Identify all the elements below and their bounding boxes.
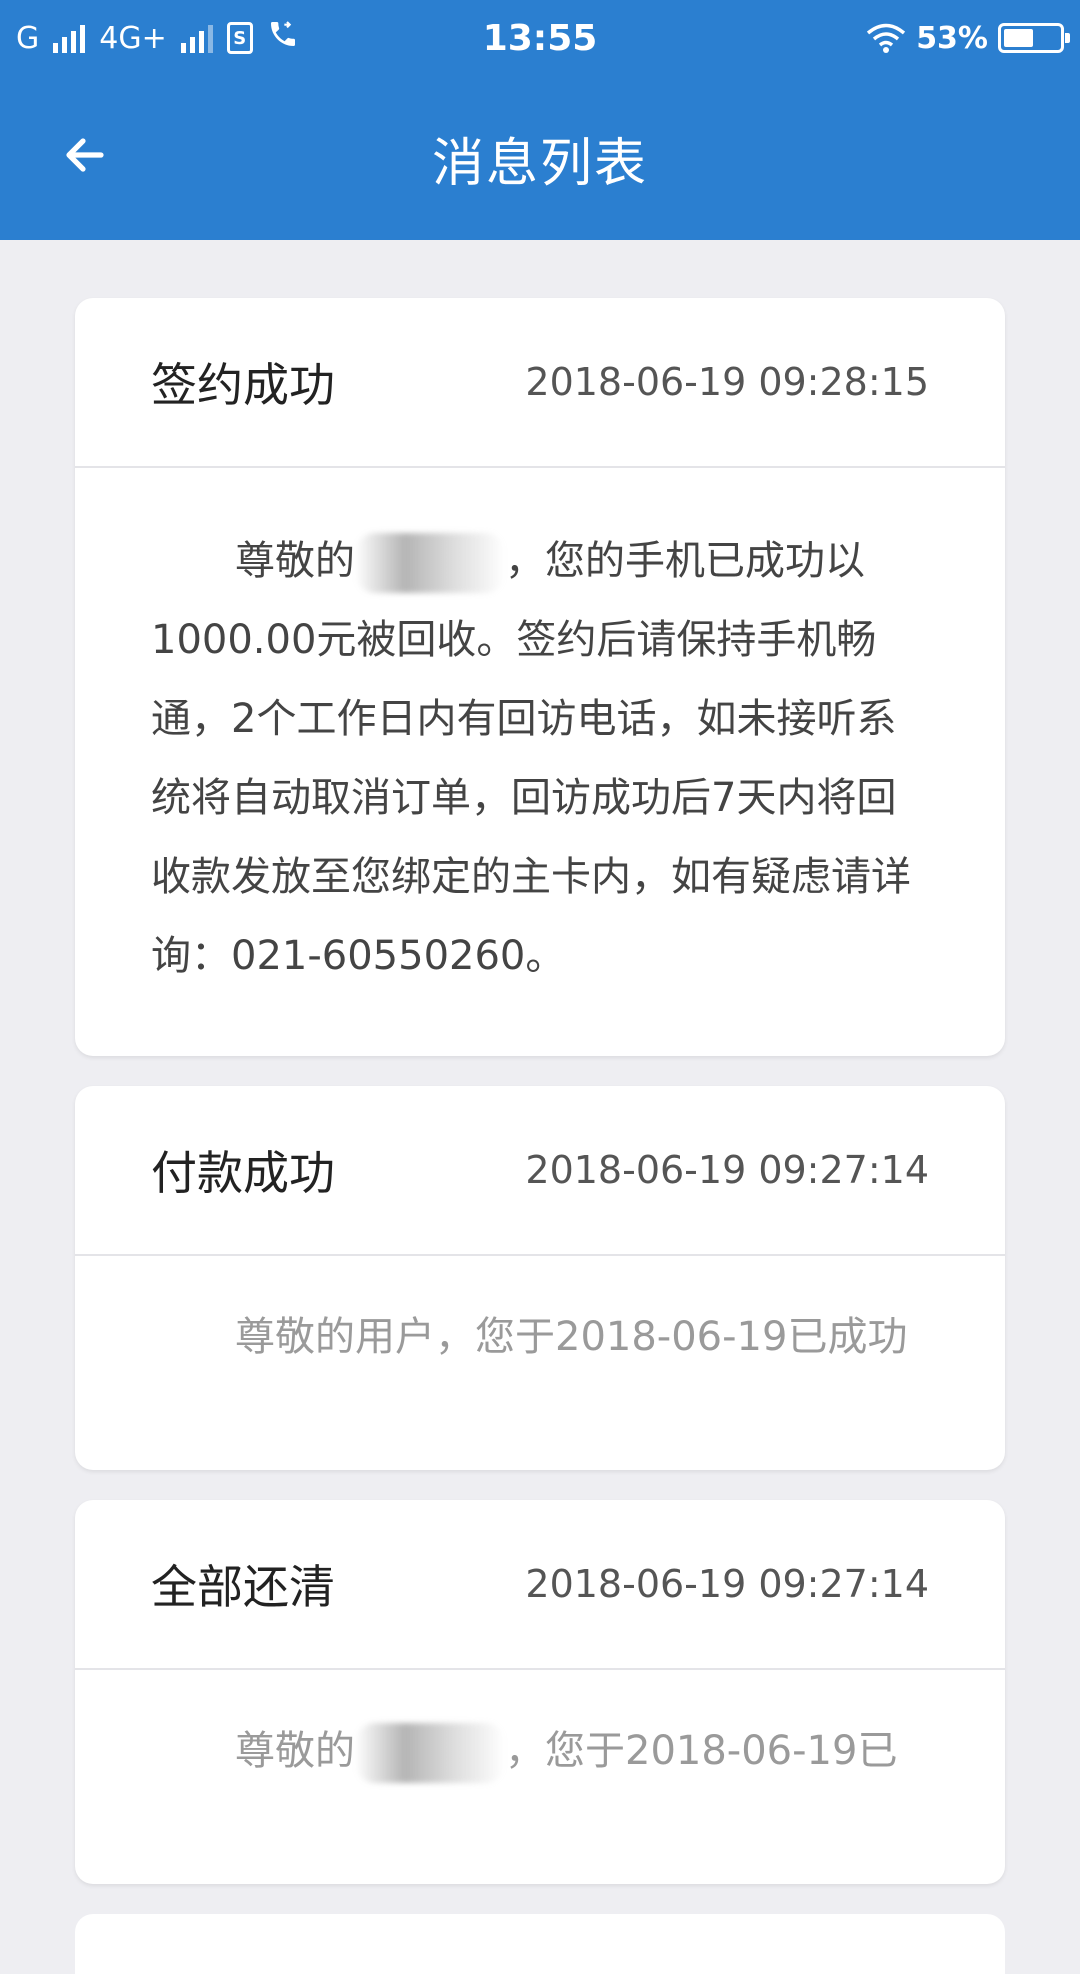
status-right: 53% xyxy=(866,0,1070,76)
battery-level-fill xyxy=(1004,29,1033,47)
signal-2-icon xyxy=(180,23,213,53)
status-bar: G 4G+ S 13:55 53% xyxy=(0,0,1080,76)
phone-call-icon xyxy=(267,18,299,58)
battery-percent: 53% xyxy=(916,20,988,56)
carrier-1-label: G xyxy=(16,20,40,56)
message-body: 尊敬的 ，您于2018-06-19已 xyxy=(75,1670,1005,1884)
message-title: 付款成功 xyxy=(151,1146,335,1200)
message-time: 2018-06-19 09:28:15 xyxy=(525,360,929,404)
message-card[interactable]: 全部还清 2018-06-19 09:27:14 尊敬的 ，您于2018-06-1… xyxy=(75,1500,1005,1884)
message-card-partial[interactable] xyxy=(75,1914,1005,1974)
message-title: 签约成功 xyxy=(151,358,335,412)
page-title: 消息列表 xyxy=(431,133,648,194)
message-body: 尊敬的 ，您的手机已成功以1000.00元被回收。签约后请保持手机畅通，2个工作日… xyxy=(75,468,1005,1056)
message-card[interactable]: 付款成功 2018-06-19 09:27:14 尊敬的用户，您于2018-06… xyxy=(75,1086,1005,1470)
message-header: 全部还清 2018-06-19 09:27:14 xyxy=(75,1500,1005,1670)
message-body: 尊敬的用户，您于2018-06-19已成功 xyxy=(235,1314,908,1360)
message-body-prefix: 尊敬的 xyxy=(235,538,355,584)
message-time: 2018-06-19 09:27:14 xyxy=(525,1148,929,1192)
message-title: 全部还清 xyxy=(151,1560,335,1614)
message-header: 签约成功 2018-06-19 09:28:15 xyxy=(75,298,1005,468)
app-bar: 消息列表 xyxy=(0,76,1080,240)
redacted-name xyxy=(355,533,505,593)
message-time: 2018-06-19 09:27:14 xyxy=(525,1562,929,1606)
arrow-left-icon xyxy=(66,138,104,172)
message-header: 付款成功 2018-06-19 09:27:14 xyxy=(75,1086,1005,1256)
message-body-prefix: 尊敬的 xyxy=(235,1728,355,1774)
sim-icon: S xyxy=(226,22,253,54)
redacted-name xyxy=(355,1723,505,1783)
battery-icon xyxy=(998,23,1070,53)
message-card[interactable]: 签约成功 2018-06-19 09:28:15 尊敬的 ，您的手机已成功以100… xyxy=(75,298,1005,1056)
message-body-suffix: ，您于2018-06-19已 xyxy=(505,1728,898,1774)
back-button[interactable] xyxy=(40,110,130,200)
status-left: G 4G+ S xyxy=(16,0,299,76)
message-list: 签约成功 2018-06-19 09:28:15 尊敬的 ，您的手机已成功以100… xyxy=(75,298,1005,1974)
wifi-icon xyxy=(866,22,906,54)
signal-1-icon xyxy=(53,23,86,53)
carrier-2-label: 4G+ xyxy=(99,20,167,56)
message-body-suffix: ，您的手机已成功以1000.00元被回收。签约后请保持手机畅通，2个工作日内有回… xyxy=(151,538,911,979)
